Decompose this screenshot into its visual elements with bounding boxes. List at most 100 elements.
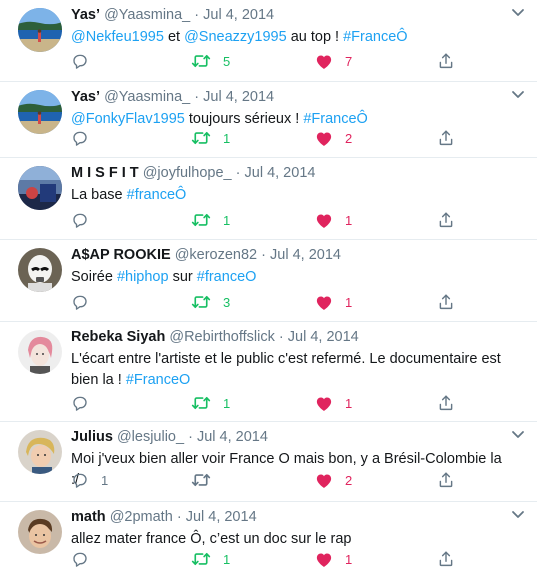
- retweet-icon: [191, 211, 211, 229]
- author-name[interactable]: math: [71, 509, 106, 525]
- share-icon: [437, 52, 455, 70]
- chevron-down-icon[interactable]: [511, 510, 525, 520]
- reply-icon: [71, 293, 89, 311]
- mention-link[interactable]: @Nekfeu1995: [71, 29, 164, 45]
- share-button[interactable]: [437, 128, 455, 148]
- avatar[interactable]: [18, 330, 62, 374]
- retweet-button[interactable]: 1: [191, 393, 230, 413]
- hashtag-link[interactable]: #FranceÔ: [303, 111, 367, 127]
- reply-button[interactable]: [71, 292, 101, 312]
- like-button[interactable]: 2: [315, 128, 352, 148]
- reply-icon: [71, 550, 89, 568]
- tweet-date[interactable]: Jul 4, 2014: [203, 89, 274, 105]
- tweet-date[interactable]: Jul 4, 2014: [203, 7, 274, 23]
- share-button[interactable]: [437, 292, 455, 312]
- mention-link[interactable]: @FonkyFlav1995: [71, 111, 185, 127]
- retweet-icon: [191, 471, 211, 489]
- retweet-button[interactable]: [191, 470, 223, 490]
- retweet-button[interactable]: 5: [191, 51, 230, 71]
- mention-link[interactable]: @Sneazzy1995: [184, 29, 287, 45]
- tweet[interactable]: Yas’ @Yaasmina_ · Jul 4, 2014 @FonkyFlav…: [0, 82, 537, 158]
- reply-button[interactable]: [71, 549, 101, 569]
- reply-button[interactable]: 1: [71, 470, 108, 490]
- author-handle[interactable]: @Yaasmina_: [104, 89, 190, 105]
- like-button[interactable]: 2: [315, 470, 352, 490]
- tweet-date[interactable]: Jul 4, 2014: [245, 165, 316, 181]
- retweet-icon: [191, 394, 211, 412]
- reply-button[interactable]: [71, 51, 101, 71]
- separator-dot: ·: [176, 509, 182, 525]
- author-handle[interactable]: @Yaasmina_: [104, 7, 190, 23]
- reply-icon: [71, 129, 89, 147]
- like-button[interactable]: 1: [315, 210, 352, 230]
- share-button[interactable]: [437, 51, 455, 71]
- tweet-date[interactable]: Jul 4, 2014: [270, 247, 341, 263]
- avatar[interactable]: [18, 430, 62, 474]
- heart-icon: [315, 472, 333, 489]
- chevron-down-icon[interactable]: [511, 90, 525, 100]
- hashtag-link[interactable]: #franceÔ: [127, 187, 187, 203]
- tweet-actions: 3 1: [71, 292, 477, 312]
- avatar[interactable]: [18, 510, 62, 554]
- like-button[interactable]: 1: [315, 393, 352, 413]
- like-button[interactable]: 1: [315, 549, 352, 569]
- author-handle[interactable]: @kerozen82: [175, 247, 257, 263]
- share-button[interactable]: [437, 470, 455, 490]
- author-name[interactable]: Julius: [71, 429, 113, 445]
- retweet-button[interactable]: 1: [191, 210, 230, 230]
- avatar[interactable]: [18, 90, 62, 134]
- like-button[interactable]: 1: [315, 292, 352, 312]
- share-button[interactable]: [437, 210, 455, 230]
- retweet-button[interactable]: 3: [191, 292, 230, 312]
- author-handle[interactable]: @lesjulio_: [117, 429, 184, 445]
- share-icon: [437, 293, 455, 311]
- hashtag-link[interactable]: #FranceO: [126, 372, 190, 388]
- tweet[interactable]: Rebeka Siyah @Rebirthoffslick · Jul 4, 2…: [0, 322, 537, 422]
- reply-icon: [71, 211, 89, 229]
- share-icon: [437, 394, 455, 412]
- reply-button[interactable]: [71, 393, 101, 413]
- tweet[interactable]: Julius @lesjulio_ · Jul 4, 2014 Moi j've…: [0, 422, 537, 502]
- tweet-date[interactable]: Jul 4, 2014: [288, 329, 359, 345]
- tweet[interactable]: A$AP ROOKIE @kerozen82 · Jul 4, 2014 Soi…: [0, 240, 537, 322]
- chevron-down-icon[interactable]: [511, 8, 525, 18]
- avatar[interactable]: [18, 248, 62, 292]
- author-name[interactable]: Yas’: [71, 89, 100, 105]
- retweet-count: 5: [223, 53, 231, 69]
- hashtag-link[interactable]: #FranceÔ: [343, 29, 407, 45]
- tweet[interactable]: M I S F I T @joyfulhope_ · Jul 4, 2014 L…: [0, 158, 537, 240]
- tweet-date[interactable]: Jul 4, 2014: [197, 429, 268, 445]
- separator-dot: ·: [261, 247, 266, 263]
- author-name[interactable]: Rebeka Siyah: [71, 329, 165, 345]
- tweet-actions: 1 1: [71, 210, 477, 230]
- share-icon: [437, 550, 455, 568]
- retweet-button[interactable]: 1: [191, 128, 230, 148]
- author-name[interactable]: A$AP ROOKIE: [71, 247, 171, 263]
- like-count: 1: [345, 294, 353, 310]
- author-handle[interactable]: @joyfulhope_: [143, 165, 232, 181]
- author-handle[interactable]: @2pmath: [110, 509, 173, 525]
- author-name[interactable]: M I S F I T: [71, 165, 139, 181]
- text-segment: Soirée: [71, 269, 117, 285]
- share-button[interactable]: [437, 549, 455, 569]
- retweet-count: 3: [223, 294, 231, 310]
- tweet[interactable]: Yas’ @Yaasmina_ · Jul 4, 2014 @Nekfeu199…: [0, 0, 537, 82]
- reply-button[interactable]: [71, 128, 101, 148]
- tweet[interactable]: math @2pmath · Jul 4, 2014 allez mater f…: [0, 502, 537, 582]
- retweet-count: 1: [223, 212, 231, 228]
- like-count: 2: [345, 472, 353, 488]
- hashtag-link[interactable]: #franceO: [197, 269, 257, 285]
- hashtag-link[interactable]: #hiphop: [117, 269, 169, 285]
- tweet-date[interactable]: Jul 4, 2014: [186, 509, 257, 525]
- author-handle[interactable]: @Rebirthoffslick: [169, 329, 275, 345]
- text-segment: toujours sérieux !: [184, 111, 304, 127]
- tweet-text: @FonkyFlav1995 toujours sérieux ! #Franc…: [71, 109, 509, 130]
- share-button[interactable]: [437, 393, 455, 413]
- like-button[interactable]: 7: [315, 51, 352, 71]
- avatar[interactable]: [18, 166, 62, 210]
- retweet-button[interactable]: 1: [191, 549, 230, 569]
- reply-button[interactable]: [71, 210, 101, 230]
- author-name[interactable]: Yas’: [71, 7, 100, 23]
- chevron-down-icon[interactable]: [511, 430, 525, 440]
- avatar[interactable]: [18, 8, 62, 52]
